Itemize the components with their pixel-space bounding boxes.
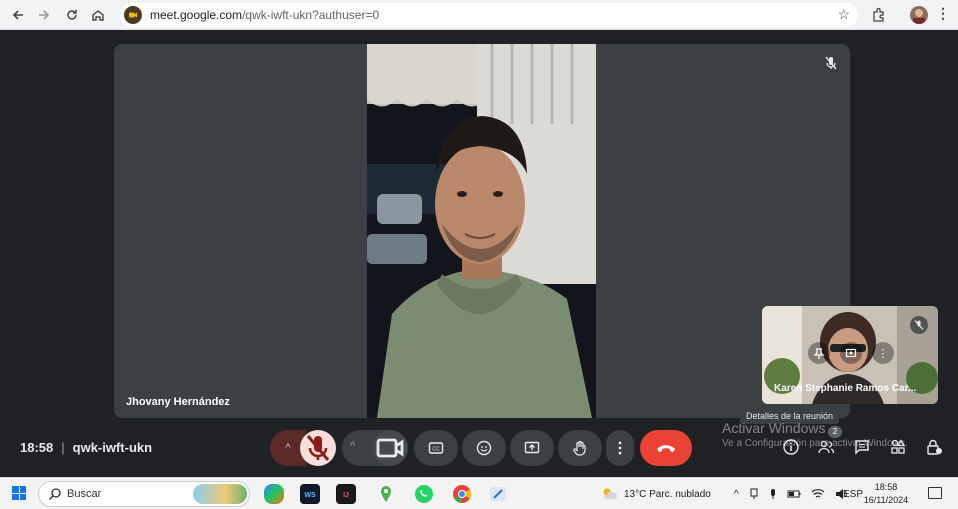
extensions-icon[interactable] <box>870 6 888 24</box>
video-settings-chevron-icon[interactable]: ^ <box>350 440 355 452</box>
usb-device-icon[interactable] <box>749 488 759 500</box>
windows-taskbar: Buscar WS IJ 13°C Parc. nublado ^ ESP 18… <box>0 477 958 509</box>
partly-cloudy-icon <box>603 488 617 499</box>
camera-toggle-button[interactable] <box>372 430 408 466</box>
weather-text: 13°C Parc. nublado <box>624 488 711 500</box>
host-controls-lock-icon[interactable] <box>923 436 945 458</box>
paint-icon[interactable] <box>488 484 508 504</box>
more-options-icon[interactable]: ⋮ <box>872 342 894 364</box>
address-bar[interactable]: meet.google.com/qwk-iwft-ukn?authuser=0 … <box>120 3 858 27</box>
emoji-reaction-button[interactable] <box>462 430 506 466</box>
mic-control-group: ^ <box>270 430 336 466</box>
self-view-controls: ⋮ <box>808 342 894 364</box>
wifi-icon[interactable] <box>811 488 825 500</box>
more-options-button[interactable] <box>606 430 634 466</box>
windows-start-icon[interactable] <box>12 486 26 500</box>
chrome-icon[interactable] <box>452 484 472 504</box>
meeting-time: 18:58 <box>20 440 54 455</box>
svg-text:CC: CC <box>432 447 440 453</box>
search-icon <box>49 488 61 500</box>
camera-control-group: ^ <box>342 430 408 466</box>
reload-icon[interactable] <box>62 5 82 25</box>
maps-pin-icon[interactable] <box>376 484 396 504</box>
taskbar-search[interactable]: Buscar <box>38 481 250 507</box>
svg-text:WS: WS <box>304 492 316 499</box>
site-info-icon[interactable] <box>124 6 142 24</box>
meeting-details-icon[interactable] <box>780 436 802 458</box>
meeting-code: qwk-iwft-ukn <box>72 440 153 455</box>
people-icon[interactable] <box>815 436 837 458</box>
browser-toolbar: meet.google.com/qwk-iwft-ukn?authuser=0 … <box>0 0 958 30</box>
captions-button[interactable]: CC <box>414 430 458 466</box>
activities-icon[interactable] <box>887 436 909 458</box>
leave-call-button[interactable] <box>640 430 692 466</box>
weather-widget[interactable]: 13°C Parc. nublado <box>600 478 711 509</box>
raise-hand-button[interactable] <box>558 430 602 466</box>
clock-time: 18:58 <box>874 482 898 492</box>
participant-name: Jhovany Hernández <box>126 396 230 408</box>
meet-stage: Jhovany Hernández ⋮ Karen Stephanie Ramo… <box>0 30 958 477</box>
intellij-icon[interactable]: IJ <box>336 484 356 504</box>
taskbar-clock[interactable]: 18:58 16/11/2024 <box>862 481 910 507</box>
participant-video <box>367 44 596 418</box>
back-icon[interactable] <box>8 5 28 25</box>
language-indicator[interactable]: ESP <box>843 478 863 509</box>
mic-toggle-button[interactable] <box>300 430 336 466</box>
bookmark-star-icon[interactable]: ☆ <box>837 6 850 23</box>
show-hidden-icons-chevron-icon[interactable]: ^ <box>734 489 739 500</box>
browser-menu-icon[interactable]: ⋮ <box>936 5 950 22</box>
frame-adjust-icon[interactable] <box>840 342 862 364</box>
search-label: Buscar <box>67 488 102 500</box>
watermark-title: Activar Windows <box>722 420 826 436</box>
url-text: meet.google.com/qwk-iwft-ukn?authuser=0 <box>150 8 380 22</box>
notifications-icon[interactable] <box>928 487 942 499</box>
present-screen-button[interactable] <box>510 430 554 466</box>
microphone-icon[interactable] <box>769 488 777 500</box>
clock-date: 16/11/2024 <box>863 495 909 505</box>
battery-icon[interactable] <box>787 489 801 499</box>
main-participant-tile: Jhovany Hernández <box>114 44 850 418</box>
system-tray-icons: ^ <box>734 478 849 509</box>
home-icon[interactable] <box>88 5 108 25</box>
search-highlight-image <box>193 484 247 504</box>
meeting-info: 18:58 | qwk-iwft-ukn <box>20 440 153 455</box>
pin-icon[interactable] <box>808 342 830 364</box>
forward-icon[interactable] <box>34 5 54 25</box>
participant-count-badge: 2 <box>828 426 842 438</box>
svg-text:IJ: IJ <box>343 492 349 499</box>
muted-mic-icon <box>822 54 840 72</box>
chat-icon[interactable] <box>851 436 873 458</box>
self-muted-mic-icon <box>910 316 928 334</box>
copilot-icon[interactable] <box>264 484 284 504</box>
self-participant-name: Karen Stephanie Ramos Car... <box>774 383 917 394</box>
profile-avatar[interactable] <box>910 6 928 24</box>
self-view-tile[interactable]: ⋮ Karen Stephanie Ramos Car... <box>762 306 938 404</box>
webstorm-icon[interactable]: WS <box>300 484 320 504</box>
whatsapp-icon[interactable] <box>414 484 434 504</box>
